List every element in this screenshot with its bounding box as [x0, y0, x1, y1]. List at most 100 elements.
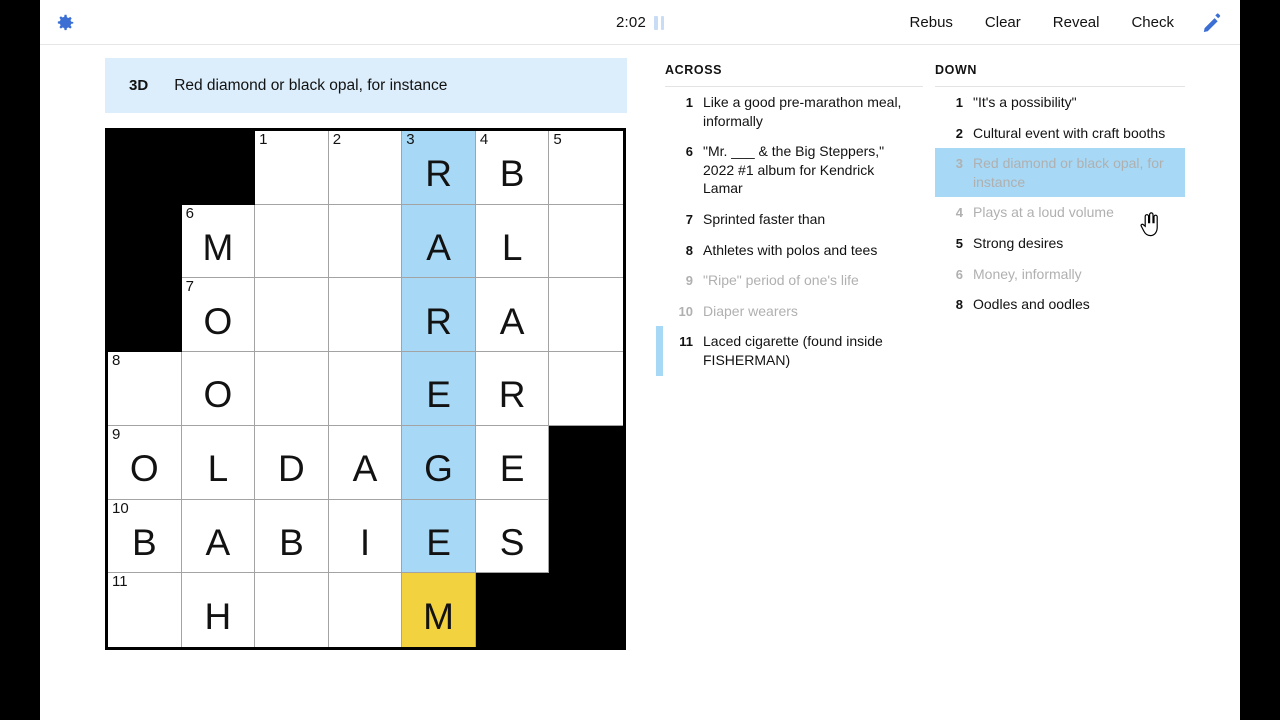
grid-cell[interactable]: 4B [475, 131, 550, 205]
cell-number: 3 [406, 131, 415, 148]
down-clue-item[interactable]: 4 Plays at a loud volume [935, 197, 1185, 228]
grid-cell[interactable]: 11 [108, 573, 182, 647]
clue-number: 2 [955, 125, 963, 141]
grid-cell[interactable] [328, 352, 403, 426]
grid-cell[interactable] [255, 278, 329, 353]
down-clue-item[interactable]: 5 Strong desires [935, 228, 1185, 259]
grid-cell[interactable]: A [328, 425, 403, 500]
down-clue-item[interactable]: 8 Oodles and oodles [935, 289, 1185, 320]
clue-number: 6 [685, 144, 693, 160]
crossword-grid[interactable]: 1 2 3 R 4 B 5 6 M A L 7 O R A 8 O E R 9 O L D A G E 10 B A B I E S 11 H M [105, 128, 626, 650]
clue-number: 8 [685, 242, 693, 258]
down-clue-item[interactable]: 6 Money, informally [935, 259, 1185, 290]
grid-cell[interactable] [328, 278, 403, 353]
grid-cell[interactable]: 1 [255, 131, 329, 205]
across-clue-item[interactable]: 9 "Ripe" period of one's life [665, 265, 923, 296]
current-clue-banner[interactable]: 3D Red diamond or black opal, for instan… [105, 58, 627, 113]
clue-number: 7 [685, 212, 693, 228]
grid-cell[interactable]: A [181, 499, 256, 574]
cell-letter: H [204, 596, 232, 638]
grid-cell[interactable] [549, 352, 623, 426]
clue-text: "Ripe" period of one's life [703, 272, 859, 289]
cell-number: 6 [185, 204, 194, 222]
grid-cell[interactable]: I [328, 499, 403, 574]
grid-cell[interactable]: L [181, 425, 256, 500]
timer-text: 2:02 [616, 14, 646, 31]
grid-cell[interactable]: 3R [402, 131, 476, 205]
reveal-button[interactable]: Reveal [1037, 8, 1116, 37]
clue-number: 8 [955, 297, 963, 313]
down-header: DOWN [935, 63, 977, 77]
grid-cell[interactable]: D [255, 425, 329, 500]
grid-cell[interactable]: R [402, 278, 476, 353]
check-button[interactable]: Check [1115, 8, 1190, 37]
across-header: ACROSS [665, 63, 723, 77]
grid-cell[interactable]: B [255, 499, 329, 574]
cell-letter: B [499, 153, 525, 195]
cell-letter: B [279, 521, 304, 563]
clue-text: Like a good pre-marathon meal, informall… [703, 94, 902, 129]
across-clue-item[interactable]: 10 Diaper wearers [665, 296, 923, 327]
grid-cell[interactable] [255, 204, 329, 279]
cell-letter: E [426, 521, 451, 563]
down-clue-item[interactable]: 1 "It's a possibility" [935, 87, 1185, 118]
grid-cell[interactable]: H [181, 573, 256, 647]
cell-letter: L [501, 227, 523, 269]
clue-text: Diaper wearers [703, 302, 798, 319]
grid-cell[interactable]: A [475, 278, 550, 353]
pause-icon[interactable] [654, 15, 664, 30]
clue-number: 9 [685, 273, 693, 289]
grid-cell[interactable]: 7O [181, 278, 256, 353]
grid-cell[interactable]: R [475, 352, 550, 426]
down-clue-item[interactable]: 3 Red diamond or black opal, for instance [935, 148, 1185, 198]
grid-cell[interactable]: 8 [108, 352, 182, 426]
across-clue-item[interactable]: 7 Sprinted faster than [665, 204, 923, 235]
grid-cell[interactable]: E [475, 425, 550, 500]
settings-button[interactable] [48, 6, 82, 40]
grid-cell[interactable]: L [475, 204, 550, 279]
grid-cell[interactable]: 5 [549, 131, 623, 205]
grid-cell[interactable]: G [402, 425, 476, 500]
grid-cell[interactable] [328, 204, 403, 279]
grid-cell[interactable] [549, 278, 623, 353]
grid-cell[interactable]: 9O [108, 425, 182, 500]
clue-text: "It's a possibility" [973, 94, 1077, 110]
across-column: ACROSS 1 Like a good pre-marathon meal, i… [656, 63, 923, 376]
cell-letter: A [499, 300, 525, 342]
cell-letter: M [423, 596, 454, 638]
clue-number: 1 [955, 95, 963, 110]
grid-cell[interactable]: 6M [181, 204, 256, 279]
clue-text: Cultural event with craft booths [973, 124, 1166, 141]
grid-cell[interactable]: S [475, 499, 550, 574]
grid-cell[interactable]: 2 [328, 131, 403, 205]
across-clue-item[interactable]: 6 "Mr. ___ & the Big Steppers," 2022 #1 a… [665, 136, 923, 204]
down-clue-item[interactable]: 2 Cultural event with craft booths [935, 118, 1185, 149]
grid-cell[interactable] [255, 573, 329, 647]
clear-button[interactable]: Clear [969, 8, 1037, 37]
rebus-button[interactable]: Rebus [894, 8, 969, 37]
grid-cell[interactable]: M [402, 573, 476, 647]
across-clue-item[interactable]: 8 Athletes with polos and tees [665, 235, 923, 266]
clue-number: 6 [955, 266, 963, 282]
pencil-toggle-button[interactable] [1194, 4, 1232, 42]
grid-cell[interactable]: E [402, 352, 476, 426]
grid-cell[interactable]: O [181, 352, 256, 426]
grid-cell[interactable] [328, 573, 403, 647]
clue-text: Oodles and oodles [973, 296, 1090, 313]
cell-letter: L [207, 448, 229, 490]
grid-cell-block [549, 573, 623, 647]
grid-cell[interactable]: A [402, 204, 476, 279]
cell-letter: S [499, 521, 525, 563]
cell-letter: M [202, 227, 234, 269]
grid-cell[interactable] [255, 352, 329, 426]
grid-cell[interactable] [549, 204, 623, 279]
across-clue-item[interactable]: 11 Laced cigarette (found inside FISHERMA… [656, 326, 923, 376]
cell-number: 7 [185, 278, 194, 296]
grid-cell[interactable]: 10 B [108, 499, 182, 574]
grid-cell[interactable]: E [402, 499, 476, 574]
clue-text: Sprinted faster than [703, 211, 826, 228]
clue-lists: ACROSS 1 Like a good pre-marathon meal, i… [656, 63, 1205, 376]
clue-text: Money, informally [973, 265, 1082, 282]
cell-letter: R [425, 153, 452, 195]
across-clue-item[interactable]: 1 Like a good pre-marathon meal, informal… [665, 87, 923, 136]
